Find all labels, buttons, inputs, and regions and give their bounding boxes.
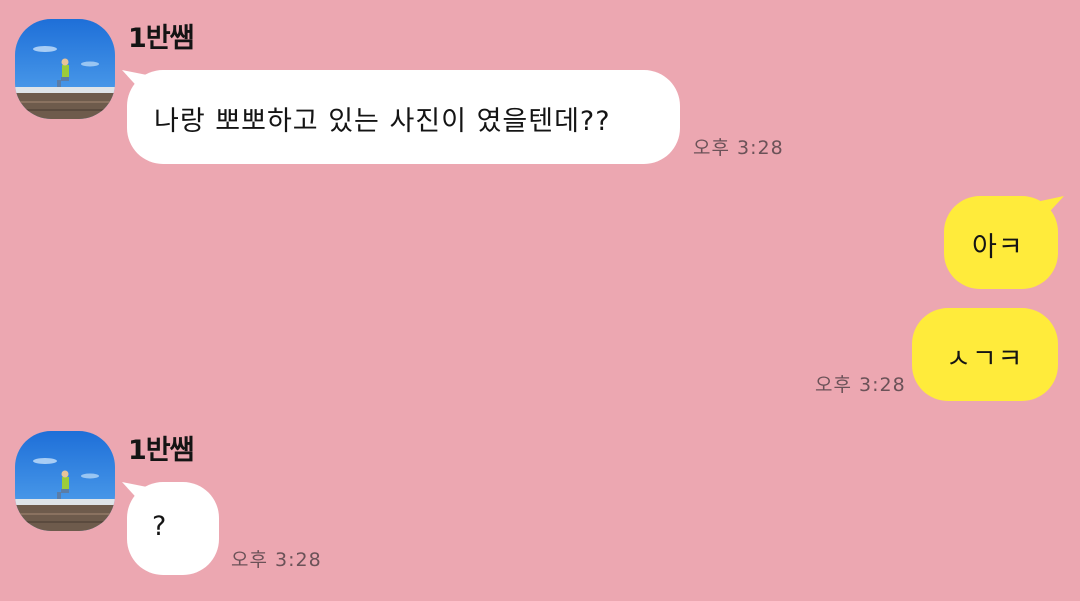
sender-name[interactable]: 1반쌤 xyxy=(128,434,194,468)
profile-photo-icon xyxy=(15,431,115,531)
message-text: ? xyxy=(152,511,168,542)
message-text: 나랑 뽀뽀하고 있는 사진이 였을텐데?? xyxy=(154,106,611,137)
message-time: 오후 3:28 xyxy=(693,137,784,159)
message-text: ㅅㄱㅋ xyxy=(946,344,1024,375)
profile-photo-icon xyxy=(15,19,115,119)
sender-avatar[interactable] xyxy=(15,431,115,531)
message-text: 아ㅋ xyxy=(972,232,1024,263)
message-bubble[interactable]: ? xyxy=(127,482,219,575)
message-bubble-outgoing[interactable]: 아ㅋ xyxy=(944,196,1058,289)
sender-name[interactable]: 1반쌤 xyxy=(128,22,194,56)
message-bubble[interactable]: 나랑 뽀뽀하고 있는 사진이 였을텐데?? xyxy=(127,70,680,164)
sender-avatar[interactable] xyxy=(15,19,115,119)
message-bubble-outgoing[interactable]: ㅅㄱㅋ xyxy=(912,308,1058,401)
message-time: 오후 3:28 xyxy=(231,549,322,571)
message-time: 오후 3:28 xyxy=(815,374,906,396)
